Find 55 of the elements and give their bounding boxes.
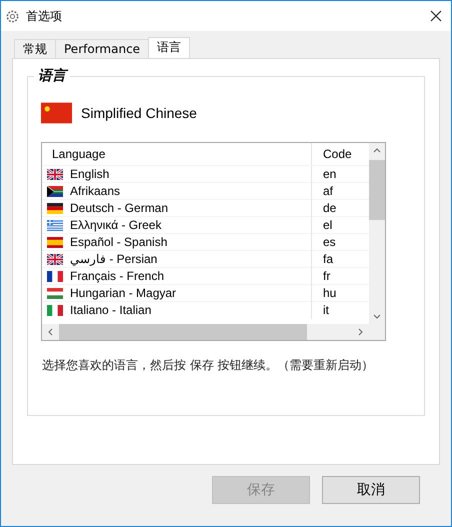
flag-icon bbox=[47, 254, 63, 264]
language-name: فارسي - Persian bbox=[70, 252, 158, 266]
flag-icon bbox=[47, 304, 63, 316]
language-name: Français - French bbox=[70, 269, 164, 283]
language-code: en bbox=[322, 167, 338, 181]
scroll-right-icon[interactable] bbox=[358, 328, 363, 336]
flag-icon bbox=[47, 288, 63, 298]
flag-icon bbox=[41, 102, 72, 124]
language-code: es bbox=[322, 235, 337, 249]
language-code: af bbox=[322, 184, 334, 198]
language-code: de bbox=[322, 201, 338, 215]
close-icon[interactable] bbox=[430, 10, 442, 22]
language-code: fr bbox=[322, 269, 332, 283]
scroll-left-icon[interactable] bbox=[48, 328, 53, 336]
language-name: English bbox=[70, 167, 110, 181]
flag-icon bbox=[47, 236, 63, 248]
vertical-scrollbar[interactable] bbox=[369, 143, 385, 324]
tab[interactable]: 常规 bbox=[14, 39, 56, 58]
scroll-down-icon[interactable] bbox=[373, 314, 381, 319]
language-row[interactable]: Afrikaans af bbox=[42, 182, 369, 199]
language-row[interactable]: Italiano - Italian it bbox=[42, 301, 369, 318]
group-title: 语言 bbox=[34, 67, 70, 85]
language-name: Ελληνικά - Greek bbox=[70, 218, 162, 232]
column-header[interactable]: Language bbox=[42, 143, 312, 165]
flag-icon bbox=[47, 186, 63, 196]
language-row[interactable]: Español - Spanish es bbox=[42, 233, 369, 250]
scroll-up-icon[interactable] bbox=[373, 148, 381, 153]
flag-icon bbox=[47, 270, 63, 282]
language-name: Deutsch - German bbox=[70, 201, 168, 215]
language-name: Hungarian - Magyar bbox=[70, 286, 176, 300]
horizontal-scrollbar[interactable] bbox=[42, 324, 385, 340]
tab[interactable]: 语言 bbox=[148, 37, 190, 58]
flag-icon bbox=[47, 168, 63, 180]
dialog-button[interactable]: 取消 bbox=[322, 476, 420, 504]
flag-icon bbox=[47, 220, 63, 230]
window-title: 首选项 bbox=[26, 8, 62, 24]
current-language: Simplified Chinese bbox=[81, 105, 197, 121]
gear-icon bbox=[5, 8, 20, 24]
language-row[interactable]: Ελληνικά - Greek el bbox=[42, 216, 369, 233]
language-name: Afrikaans bbox=[70, 184, 120, 198]
flag-icon bbox=[47, 202, 63, 214]
language-row[interactable]: Deutsch - German de bbox=[42, 199, 369, 216]
scroll-thumb[interactable] bbox=[59, 324, 307, 340]
language-row[interactable]: Français - French fr bbox=[42, 267, 369, 284]
scroll-thumb[interactable] bbox=[369, 160, 385, 220]
column-header[interactable]: Code bbox=[312, 147, 369, 161]
language-code: it bbox=[322, 303, 330, 317]
language-code: el bbox=[322, 218, 334, 232]
language-name: Italiano - Italian bbox=[70, 303, 152, 317]
language-code: fa bbox=[322, 252, 334, 266]
language-code: hu bbox=[322, 286, 338, 300]
language-row[interactable]: English en bbox=[42, 165, 369, 182]
language-name: Español - Spanish bbox=[70, 235, 168, 249]
hint-text: 选择您喜欢的语言，然后按 保存 按钮继续。（需要重新启动） bbox=[42, 357, 375, 374]
language-row[interactable]: Hungarian - Magyar hu bbox=[42, 284, 369, 301]
